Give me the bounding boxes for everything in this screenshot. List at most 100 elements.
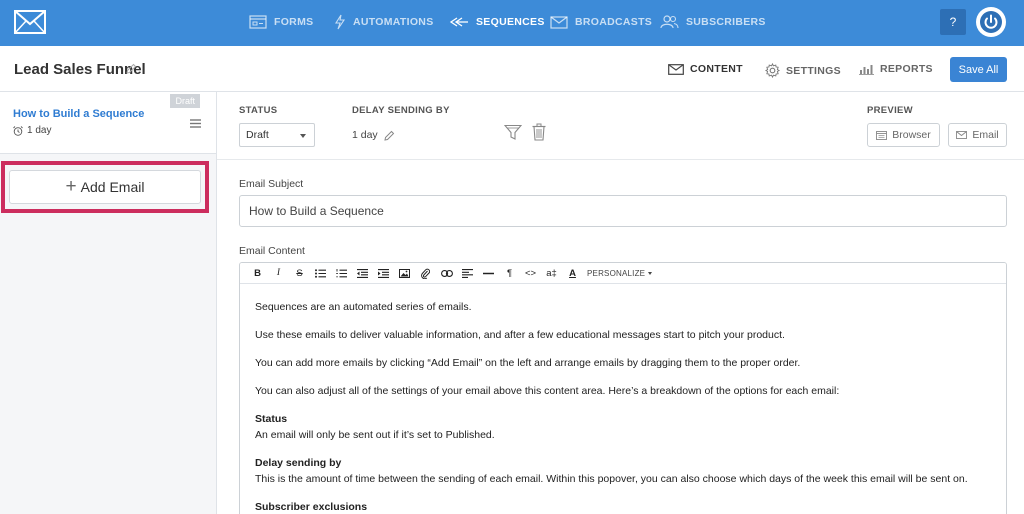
chevron-down-icon <box>300 134 306 138</box>
email-settings-row: STATUS Draft DELAY SENDING BY 1 day PREV… <box>217 92 1024 160</box>
drag-handle-icon[interactable] <box>190 119 201 128</box>
power-icon <box>980 11 1002 33</box>
numbered-list-button[interactable] <box>331 265 352 281</box>
tab-content[interactable]: CONTENT <box>668 63 743 75</box>
paperclip-icon <box>421 268 430 279</box>
browser-icon <box>876 130 888 140</box>
envelope-icon <box>956 131 968 139</box>
add-email-label: Add Email <box>80 179 145 195</box>
bold-button[interactable]: B <box>247 265 268 281</box>
email-body[interactable]: Sequences are an automated series of ema… <box>255 300 995 514</box>
bulleted-list-icon <box>315 268 326 278</box>
subject-value: How to Build a Sequence <box>249 204 384 218</box>
preview-email-button[interactable]: Email <box>948 123 1007 147</box>
status-select[interactable]: Draft <box>239 123 315 147</box>
numbered-list-icon <box>336 268 347 277</box>
status-badge: Draft <box>170 94 200 108</box>
section-text: This is the amount of time between the s… <box>255 473 968 485</box>
horizontal-rule-button[interactable] <box>478 265 499 281</box>
body-paragraph: Use these emails to deliver valuable inf… <box>255 329 785 341</box>
save-all-button[interactable]: Save All <box>950 57 1007 82</box>
envelope-icon <box>550 15 568 29</box>
body-section: Subscriber exclusions <box>255 500 995 514</box>
align-left-icon <box>462 268 473 278</box>
personalize-label: PERSONALIZE <box>587 268 646 278</box>
status-label: STATUS <box>239 105 278 116</box>
outdent-button[interactable] <box>352 265 373 281</box>
trash-icon[interactable] <box>532 123 546 141</box>
sequence-header: Lead Sales Funnel CONTENT SETTINGS REPOR… <box>0 46 1024 92</box>
paragraph-button[interactable]: ¶ <box>499 265 520 281</box>
indent-button[interactable] <box>373 265 394 281</box>
nav-subscribers[interactable]: SUBSCRIBERS <box>660 12 766 32</box>
subject-label: Email Subject <box>239 178 304 190</box>
account-button[interactable] <box>976 7 1006 37</box>
editor-toolbar: B I S ¶ <> a‡ A PERSONALIZE <box>240 263 1006 284</box>
text-color-button[interactable]: A <box>562 265 583 281</box>
email-delay: 1 day <box>13 125 51 136</box>
nav-label: FORMS <box>274 16 314 28</box>
sequences-icon <box>449 17 468 27</box>
link-button[interactable] <box>436 265 457 281</box>
nav-automations[interactable]: AUTOMATIONS <box>334 12 434 32</box>
help-button[interactable]: ? <box>940 9 966 35</box>
logo-envelope-icon[interactable] <box>14 10 46 34</box>
pencil-icon <box>384 130 394 141</box>
tab-label: SETTINGS <box>786 64 841 77</box>
tab-reports[interactable]: REPORTS <box>859 63 933 75</box>
nav-broadcasts[interactable]: BROADCASTS <box>550 12 652 32</box>
pencil-icon[interactable] <box>126 63 137 74</box>
delay-text: 1 day <box>27 125 52 136</box>
email-content-editor[interactable]: B I S ¶ <> a‡ A PERSONALIZE Sequences ar… <box>239 262 1007 514</box>
top-navigation: FORMS AUTOMATIONS SEQUENCES BROADCASTS S… <box>0 0 1024 46</box>
bulleted-list-button[interactable] <box>310 265 331 281</box>
filter-icon[interactable] <box>504 124 522 141</box>
delay-value: 1 day <box>352 129 378 141</box>
email-list-sidebar: Draft How to Build a Sequence 1 day + Ad… <box>0 92 217 514</box>
nav-forms[interactable]: FORMS <box>249 12 313 32</box>
insert-image-button[interactable] <box>394 265 415 281</box>
nav-label: SUBSCRIBERS <box>686 16 766 28</box>
section-heading: Subscriber exclusions <box>255 501 368 513</box>
section-text: An email will only be sent out if it’s s… <box>255 429 495 441</box>
nav-sequences[interactable]: SEQUENCES <box>449 12 545 32</box>
delay-label: DELAY SENDING BY <box>352 105 450 116</box>
gear-icon <box>765 63 780 78</box>
bar-chart-icon <box>859 64 874 75</box>
email-editor-panel: STATUS Draft DELAY SENDING BY 1 day PREV… <box>217 92 1024 514</box>
nav-label: BROADCASTS <box>575 16 653 28</box>
envelope-icon <box>668 63 684 75</box>
strikethrough-button[interactable]: S <box>289 265 310 281</box>
tab-label: REPORTS <box>880 63 933 75</box>
body-section: Delay sending by This is the amount of t… <box>255 456 995 487</box>
preview-browser-label: Browser <box>892 129 931 141</box>
tab-settings[interactable]: SETTINGS <box>765 63 841 78</box>
alarm-clock-icon <box>13 125 23 136</box>
link-icon <box>440 269 453 277</box>
section-heading: Delay sending by <box>255 457 342 469</box>
source-code-button[interactable]: <> <box>520 265 541 281</box>
change-case-button[interactable]: a‡ <box>541 265 562 281</box>
email-list-item[interactable]: Draft How to Build a Sequence 1 day <box>0 92 216 154</box>
body-paragraph: Sequences are an automated series of ema… <box>255 301 472 313</box>
delay-setting[interactable]: 1 day <box>352 129 395 141</box>
body-paragraph: You can also adjust all of the settings … <box>255 385 840 397</box>
tab-label: CONTENT <box>690 63 743 75</box>
align-button[interactable] <box>457 265 478 281</box>
body-paragraph: You can add more emails by clicking “Add… <box>255 357 801 369</box>
subject-input[interactable]: How to Build a Sequence <box>239 195 1007 227</box>
users-icon <box>660 15 679 29</box>
indent-icon <box>378 268 389 278</box>
outdent-icon <box>357 268 368 278</box>
preview-browser-button[interactable]: Browser <box>867 123 940 147</box>
add-email-button[interactable]: + Add Email <box>9 170 201 204</box>
image-icon <box>399 268 410 278</box>
lightning-icon <box>335 14 346 30</box>
nav-label: SEQUENCES <box>476 16 545 28</box>
forms-icon <box>249 15 267 29</box>
attachment-button[interactable] <box>415 265 436 281</box>
email-title[interactable]: How to Build a Sequence <box>13 108 144 120</box>
chevron-down-icon <box>648 271 653 275</box>
italic-button[interactable]: I <box>268 265 289 281</box>
personalize-dropdown[interactable]: PERSONALIZE <box>587 268 653 278</box>
